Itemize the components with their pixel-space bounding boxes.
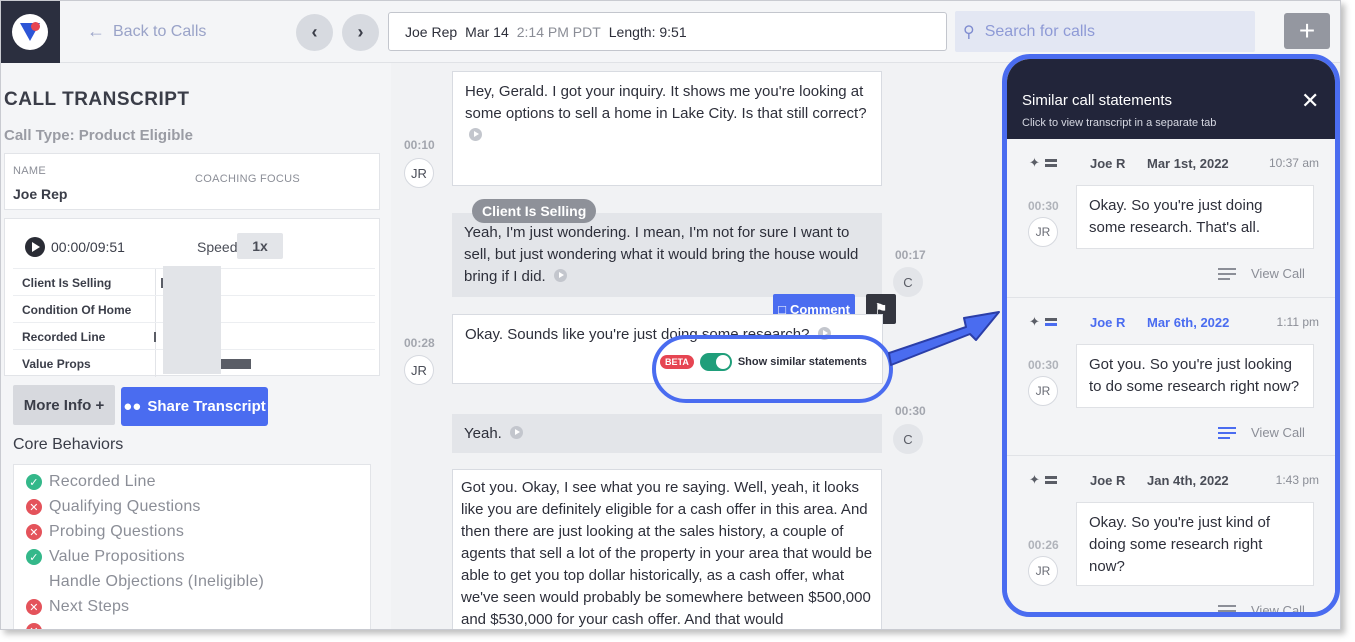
view-call-link[interactable]: View Call bbox=[1218, 603, 1305, 613]
statement-date: Mar 6th, 2022 bbox=[1147, 315, 1230, 330]
lines-icon bbox=[1218, 267, 1236, 280]
similar-statements-panel: Similar call statements Click to view tr… bbox=[1002, 54, 1340, 617]
avatar: JR bbox=[1028, 217, 1058, 247]
statement-time: 1:43 pm bbox=[1275, 473, 1319, 487]
sparkle-icon: ✦ bbox=[1029, 155, 1040, 170]
panel-title: Similar call statements bbox=[1022, 92, 1173, 109]
app-window: ← Back to Calls ‹ › Joe Rep Mar 14 2:14 … bbox=[0, 0, 1341, 630]
avatar: JR bbox=[1028, 556, 1058, 586]
statement-rep: Joe R bbox=[1090, 156, 1126, 171]
statement-timestamp: 00:26 bbox=[1028, 538, 1059, 552]
sparkle-icon: ✦ bbox=[1029, 314, 1040, 329]
transcript-bars-icon bbox=[1044, 476, 1057, 484]
view-call-link[interactable]: View Call bbox=[1218, 266, 1305, 281]
lines-icon bbox=[1218, 604, 1236, 613]
statement-text: Okay. So you're just kind of doing some … bbox=[1076, 502, 1314, 586]
statement-text: Okay. So you're just doing some research… bbox=[1076, 185, 1314, 249]
transcript-bars-icon bbox=[1044, 159, 1057, 167]
similar-statement-item[interactable]: ✦ Joe R Mar 6th, 2022 1:11 pm 00:30 JR G… bbox=[1007, 298, 1335, 456]
sparkle-icon: ✦ bbox=[1029, 472, 1040, 487]
similar-statement-item[interactable]: ✦ Joe R Mar 1st, 2022 10:37 am 00:30 JR … bbox=[1007, 139, 1335, 298]
panel-subtitle: Click to view transcript in a separate t… bbox=[1022, 117, 1217, 129]
similar-statement-item[interactable]: ✦ Joe R Jan 4th, 2022 1:43 pm 00:26 JR O… bbox=[1007, 456, 1335, 613]
statement-date: Mar 1st, 2022 bbox=[1147, 156, 1229, 171]
statement-date: Jan 4th, 2022 bbox=[1147, 473, 1229, 488]
statement-timestamp: 00:30 bbox=[1028, 358, 1059, 372]
statement-rep: Joe R bbox=[1090, 473, 1126, 488]
statement-text: Got you. So you're just looking to do so… bbox=[1076, 344, 1314, 408]
panel-header: Similar call statements Click to view tr… bbox=[1007, 74, 1335, 139]
statement-time: 10:37 am bbox=[1268, 156, 1319, 170]
transcript-bars-icon bbox=[1044, 318, 1057, 326]
statement-timestamp: 00:30 bbox=[1028, 199, 1059, 213]
avatar: JR bbox=[1028, 376, 1058, 406]
statement-time: 1:11 pm bbox=[1276, 315, 1319, 329]
view-call-link[interactable]: View Call bbox=[1218, 425, 1305, 440]
statement-rep: Joe R bbox=[1090, 315, 1126, 330]
close-icon[interactable]: ✕ bbox=[1301, 88, 1319, 114]
lines-icon bbox=[1218, 426, 1236, 439]
